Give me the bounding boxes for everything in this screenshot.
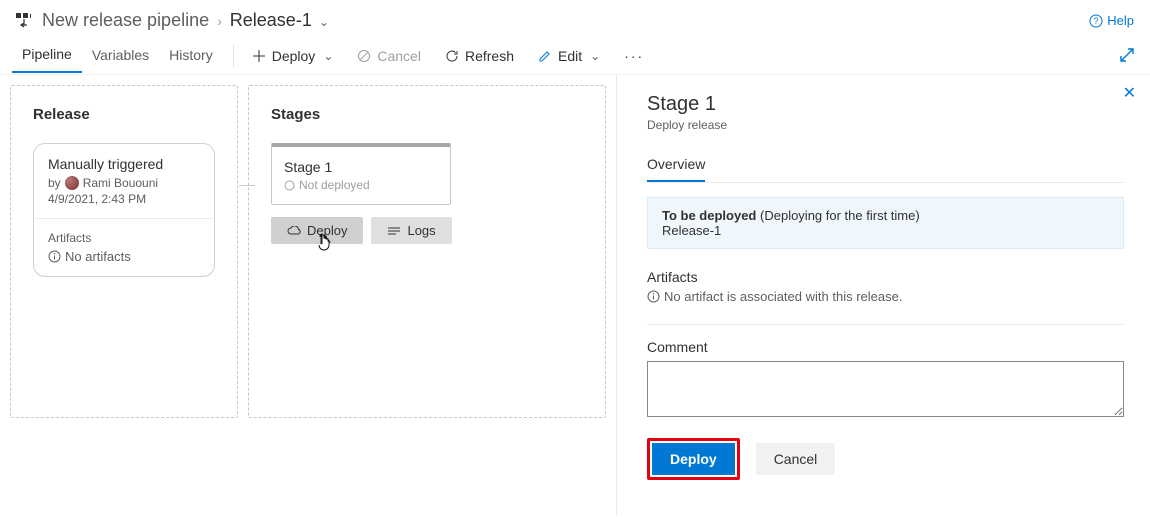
release-heading: Release bbox=[33, 106, 215, 123]
chevron-down-icon: ⌄ bbox=[323, 49, 333, 63]
deploy-info-box: To be deployed (Deploying for the first … bbox=[647, 197, 1124, 249]
flyout-subtitle: Deploy release bbox=[647, 118, 1124, 132]
separator bbox=[233, 45, 234, 67]
close-icon[interactable]: ✕ bbox=[1123, 83, 1136, 103]
cancel-button[interactable]: Cancel bbox=[756, 443, 836, 475]
info-icon bbox=[48, 250, 61, 263]
info-icon bbox=[647, 290, 660, 303]
tab-variables[interactable]: Variables bbox=[82, 39, 159, 72]
stage-name: Stage 1 bbox=[284, 159, 438, 175]
help-link[interactable]: ? Help bbox=[1089, 13, 1134, 28]
stages-heading: Stages bbox=[271, 106, 583, 123]
logs-icon bbox=[387, 226, 401, 236]
help-icon: ? bbox=[1089, 14, 1103, 28]
triggered-by: by Rami Bououni bbox=[48, 176, 200, 190]
deploy-flyout: ✕ Stage 1 Deploy release Overview To be … bbox=[616, 75, 1150, 516]
fullscreen-icon[interactable] bbox=[1120, 48, 1134, 62]
chevron-down-icon: ⌄ bbox=[590, 49, 600, 63]
toolbar-edit[interactable]: Edit ⌄ bbox=[530, 44, 608, 68]
separator bbox=[647, 324, 1124, 325]
connector bbox=[245, 181, 257, 191]
breadcrumb-release[interactable]: Release-1 ⌄ bbox=[230, 10, 329, 31]
deploy-button[interactable]: Deploy bbox=[652, 443, 735, 475]
info-release-name: Release-1 bbox=[662, 223, 1109, 238]
comment-input[interactable] bbox=[647, 361, 1124, 417]
release-card[interactable]: Manually triggered by Rami Bououni 4/9/2… bbox=[33, 143, 215, 277]
stage-card[interactable]: Stage 1 Not deployed bbox=[271, 143, 451, 205]
toolbar-deploy[interactable]: Deploy ⌄ bbox=[244, 44, 342, 68]
release-panel: Release Manually triggered by Rami Bouou… bbox=[10, 85, 238, 418]
stages-panel: Stages Stage 1 Not deployed Deploy bbox=[248, 85, 606, 418]
timestamp: 4/9/2021, 2:43 PM bbox=[48, 192, 200, 206]
flyout-title: Stage 1 bbox=[647, 93, 1124, 116]
cancel-icon bbox=[357, 49, 371, 63]
no-artifacts: No artifacts bbox=[48, 249, 200, 264]
comment-label: Comment bbox=[647, 339, 1124, 355]
toolbar-refresh[interactable]: Refresh bbox=[437, 44, 522, 68]
artifacts-label: Artifacts bbox=[48, 231, 200, 245]
stage-logs-button[interactable]: Logs bbox=[371, 217, 451, 244]
refresh-icon bbox=[445, 49, 459, 63]
breadcrumb: New release pipeline › Release-1 ⌄ bbox=[16, 10, 1089, 31]
plus-icon bbox=[252, 49, 266, 63]
no-artifact-msg: No artifact is associated with this rele… bbox=[647, 289, 1124, 304]
trigger-title: Manually triggered bbox=[48, 156, 200, 172]
cursor-icon bbox=[316, 234, 332, 252]
tab-overview[interactable]: Overview bbox=[647, 150, 705, 182]
first-time-note: (Deploying for the first time) bbox=[760, 208, 920, 223]
cloud-icon bbox=[287, 226, 301, 236]
pipeline-icon bbox=[16, 13, 34, 29]
edit-icon bbox=[538, 49, 552, 63]
toolbar: Pipeline Variables History Deploy ⌄ Canc… bbox=[0, 37, 1150, 75]
chevron-down-icon: ⌄ bbox=[319, 15, 329, 29]
tab-pipeline[interactable]: Pipeline bbox=[12, 38, 82, 73]
chevron-right-icon: › bbox=[217, 13, 222, 29]
to-be-deployed-label: To be deployed bbox=[662, 208, 756, 223]
toolbar-more[interactable]: ··· bbox=[616, 44, 652, 68]
highlight: Deploy bbox=[647, 438, 740, 480]
stage-status: Not deployed bbox=[284, 178, 438, 192]
artifacts-heading: Artifacts bbox=[647, 269, 1124, 285]
breadcrumb-pipeline[interactable]: New release pipeline bbox=[42, 10, 209, 31]
svg-text:?: ? bbox=[1094, 16, 1099, 26]
tab-history[interactable]: History bbox=[159, 39, 223, 72]
toolbar-cancel: Cancel bbox=[349, 44, 429, 68]
avatar bbox=[65, 176, 79, 190]
